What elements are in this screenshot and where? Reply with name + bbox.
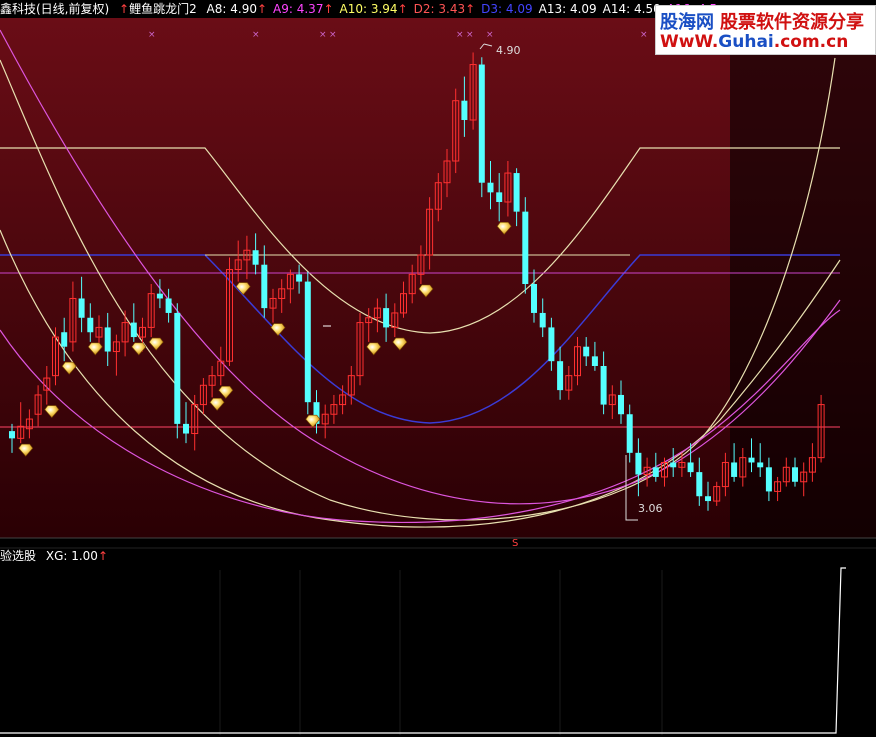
xg-signal-line bbox=[0, 567, 846, 734]
watermark-url-domain: Guhai bbox=[718, 32, 774, 52]
candle-body-down bbox=[261, 264, 268, 309]
candle-body-down bbox=[670, 462, 677, 468]
watermark-slogan: 股票软件资源分享 bbox=[720, 12, 864, 33]
up-arrow-icon: ↑ bbox=[256, 2, 268, 16]
candlestick bbox=[304, 271, 311, 415]
candle-body-down bbox=[548, 327, 555, 362]
watermark-logo: 股海网 股票软件资源分享 WwW.Guhai.com.cn bbox=[655, 5, 876, 55]
candle-body-down bbox=[600, 366, 607, 405]
up-arrow-icon: ↑ bbox=[323, 2, 334, 16]
indicator-arrow-icon: ↑ bbox=[119, 2, 130, 16]
high-price-label: 4.90 bbox=[496, 44, 521, 57]
indicator-value: D3: 4.09 bbox=[481, 2, 533, 16]
candle-body-down bbox=[513, 173, 520, 212]
candlestick bbox=[478, 57, 485, 198]
low-price-label: 3.06 bbox=[638, 502, 663, 515]
up-arrow-icon: ↑ bbox=[97, 549, 109, 563]
candle-body-down bbox=[87, 317, 94, 333]
indicator-value: A13: 4.09 bbox=[538, 2, 597, 16]
candle-body-down bbox=[765, 467, 772, 492]
candle-body-down bbox=[78, 298, 85, 318]
indicator-value: A10: 3.94 bbox=[339, 2, 398, 16]
candle-body-down bbox=[183, 423, 189, 434]
indicator-values: A8: 4.90↑ A9: 4.37↑ A10: 3.94↑ D2: 3.43↑ D3:… bbox=[207, 2, 724, 16]
candle-body-down bbox=[696, 472, 703, 497]
top-x-marker: × bbox=[640, 30, 648, 40]
sub-indicator-name[interactable]: 验选股 bbox=[0, 549, 36, 563]
top-x-marker: × bbox=[486, 30, 494, 40]
sub-indicator-value: XG: 1.00 bbox=[45, 549, 98, 563]
candle-body-down bbox=[557, 361, 564, 391]
candle-body-down bbox=[731, 462, 738, 477]
up-arrow-icon: ↑ bbox=[397, 2, 408, 16]
candle-body-down bbox=[792, 467, 798, 482]
candlestick bbox=[174, 303, 181, 439]
candle-body-down bbox=[531, 284, 537, 313]
candlestick bbox=[522, 197, 529, 294]
candle-body-down bbox=[130, 322, 137, 338]
candle-body-down bbox=[687, 462, 694, 473]
candle-body-down bbox=[61, 332, 68, 347]
candle-body-down bbox=[591, 356, 598, 366]
candle-body-down bbox=[165, 298, 172, 313]
candle-body-down bbox=[757, 462, 764, 468]
top-x-marker: × bbox=[252, 30, 260, 40]
watermark-url-suffix: .com.cn bbox=[773, 32, 849, 52]
watermark-brand: 股海网 bbox=[660, 12, 714, 33]
candle-body-down bbox=[539, 312, 546, 328]
kline-chart-canvas[interactable]: × × × × × × × ×S 4.90 3.06 bbox=[0, 0, 876, 737]
candle-body-down bbox=[156, 293, 163, 299]
candle-body-down bbox=[522, 211, 529, 284]
top-x-marker: × bbox=[329, 30, 337, 40]
candle-body-down bbox=[496, 192, 503, 202]
candle-body-down bbox=[635, 452, 642, 475]
indicator-value: D2: 3.43 bbox=[413, 2, 466, 16]
candle-body-down bbox=[174, 312, 181, 424]
candle-body-down bbox=[478, 64, 485, 183]
candle-body-down bbox=[383, 308, 390, 328]
candle-body-down bbox=[304, 281, 311, 403]
up-arrow-icon: ↑ bbox=[465, 2, 476, 16]
indicator-name[interactable]: ↑鲤鱼跳龙门2 bbox=[119, 2, 197, 16]
candle-body-down bbox=[9, 431, 15, 439]
candle-body-down bbox=[748, 457, 755, 463]
indicator-value: A9: 4.37 bbox=[273, 2, 324, 16]
indicator-value: A8: 4.90 bbox=[206, 2, 257, 16]
top-x-marker: × bbox=[466, 30, 474, 40]
candle-body-down bbox=[104, 327, 111, 352]
candle-body-down bbox=[705, 496, 711, 502]
s-marker: S bbox=[512, 538, 518, 549]
candle-body-down bbox=[461, 100, 468, 120]
candle-body-down bbox=[583, 346, 590, 357]
top-x-marker: × bbox=[319, 30, 327, 40]
candle-body-down bbox=[296, 274, 303, 282]
candle-body-down bbox=[652, 467, 659, 477]
indicator-value: A14: 4.50 bbox=[602, 2, 661, 16]
candle-body-down bbox=[618, 394, 624, 415]
sub-chart-header: 验选股 XG: 1.00↑ bbox=[0, 548, 108, 564]
candle-body-down bbox=[252, 250, 259, 265]
stock-title[interactable]: 鑫科技(日线,前复权) bbox=[0, 2, 109, 16]
watermark-url-prefix: WwW. bbox=[660, 32, 719, 52]
top-x-marker: × bbox=[148, 30, 156, 40]
candle-body-down bbox=[487, 182, 494, 193]
candle-body-down bbox=[626, 414, 633, 453]
top-x-marker: × bbox=[456, 30, 464, 40]
